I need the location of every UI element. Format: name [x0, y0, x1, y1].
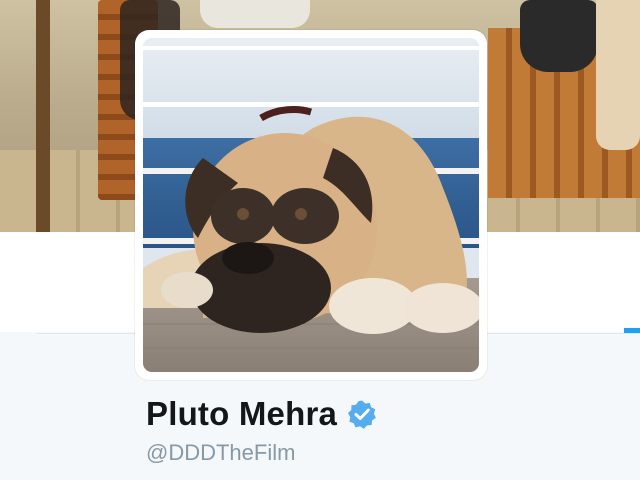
nav-active-indicator	[624, 328, 640, 333]
banner-pillar	[36, 0, 50, 232]
profile-avatar-frame[interactable]	[135, 30, 487, 380]
banner-pants-right	[596, 0, 640, 150]
profile-name-row: Pluto Mehra	[146, 395, 377, 433]
profile-handle[interactable]: @DDDTheFilm	[146, 440, 295, 466]
banner-shoe-right	[520, 0, 598, 72]
avatar-dog-image	[143, 38, 479, 372]
profile-avatar[interactable]	[143, 38, 479, 372]
verified-badge-icon	[347, 399, 377, 429]
profile-name[interactable]: Pluto Mehra	[146, 395, 337, 433]
banner-pants-left	[200, 0, 310, 28]
